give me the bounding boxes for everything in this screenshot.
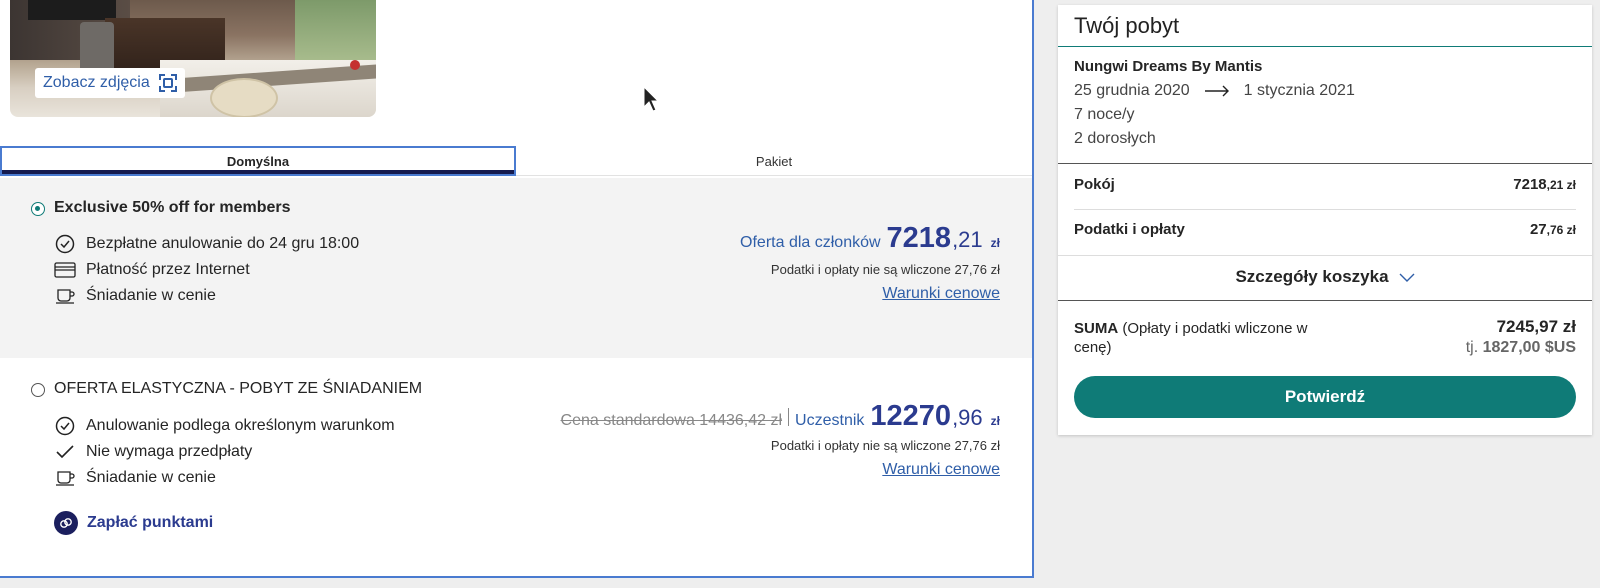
total-label: SUMA (Opłaty i podatki wliczone w cenę): [1074, 320, 1308, 356]
credit-card-icon: [54, 259, 76, 281]
divider: [1058, 255, 1592, 256]
standard-price: Cena standardowa 14436,42 zł: [560, 412, 783, 429]
summary-title: Twój pobyt: [1074, 13, 1180, 38]
feature-cancellation: Anulowanie podlega określonym warunkom: [54, 415, 395, 437]
rate-tabs: Domyślna Pakiet: [0, 146, 1032, 176]
total-price: 7245,97 zł: [1496, 317, 1576, 336]
pay-with-points-label: Zapłać punktami: [87, 514, 214, 531]
offer-radio[interactable]: [31, 202, 45, 216]
feature-breakfast: Śniadanie w cenie: [54, 285, 216, 307]
coffee-cup-icon: [54, 467, 76, 489]
cart-details-toggle[interactable]: Szczegóły koszyka: [1058, 267, 1592, 287]
taxes-price: 27,76 zł: [1529, 221, 1576, 238]
price-conditions-link[interactable]: Warunki cenowe: [882, 285, 1000, 303]
price-label: Uczestnik: [795, 412, 865, 429]
divider: [1058, 300, 1592, 301]
room-price: 7218,21 zł: [1513, 176, 1576, 193]
tab-package[interactable]: Pakiet: [516, 146, 1032, 176]
checkmark-icon: [54, 441, 76, 463]
divider: [1074, 209, 1576, 210]
feature-cancellation: Bezpłatne anulowanie do 24 gru 18:00: [54, 233, 359, 255]
feature-no-prepayment: Nie wymaga przedpłaty: [54, 441, 252, 463]
see-photos-button[interactable]: Zobacz zdjęcia: [35, 68, 185, 98]
taxes-label: Podatki i opłaty: [1074, 221, 1185, 238]
offer-title: Exclusive 50% off for members: [54, 199, 291, 216]
room-label: Pokój: [1074, 176, 1115, 193]
confirm-button[interactable]: Potwierdź: [1074, 376, 1576, 418]
room-photo[interactable]: Zobacz zdjęcia: [10, 0, 376, 117]
divider: [1058, 46, 1592, 47]
points-icon: [54, 511, 78, 535]
guests-count: 2 dorosłych: [1074, 130, 1156, 147]
price-conditions-link[interactable]: Warunki cenowe: [882, 461, 1000, 479]
cart-details-label: Szczegóły koszyka: [1235, 267, 1389, 286]
offer-flexible[interactable]: OFERTA ELASTYCZNA - POBYT ZE ŚNIADANIEM …: [0, 358, 1032, 576]
price-divider: [788, 407, 790, 426]
feature-payment: Płatność przez Internet: [54, 259, 250, 281]
price-decimal: ,96: [952, 405, 983, 430]
see-photos-label: Zobacz zdjęcia: [43, 74, 150, 91]
price-currency: zł: [990, 236, 1000, 250]
confirm-label: Potwierdź: [1284, 387, 1366, 406]
stay-dates: 25 grudnia 2020 1 stycznia 2021: [1074, 82, 1355, 100]
expand-icon: [158, 74, 177, 92]
clock-check-icon: [54, 415, 76, 437]
divider: [1058, 163, 1592, 164]
coffee-cup-icon: [54, 285, 76, 307]
price-decimal: ,21: [952, 227, 983, 252]
clock-check-icon: [54, 233, 76, 255]
price-whole: 12270: [870, 400, 952, 432]
offer-title: OFERTA ELASTYCZNA - POBYT ZE ŚNIADANIEM: [54, 380, 423, 397]
checkout-date: 1 stycznia 2021: [1243, 82, 1355, 99]
price-currency: zł: [990, 414, 1000, 428]
offer-members[interactable]: Exclusive 50% off for members Bezpłatne …: [0, 178, 1032, 358]
arrow-right-icon: [1204, 85, 1229, 97]
price-whole: 7218: [886, 222, 952, 254]
offer-radio[interactable]: [31, 383, 45, 397]
pay-with-points-button[interactable]: Zapłać punktami: [54, 511, 213, 535]
hotel-name: Nungwi Dreams By Mantis: [1074, 58, 1263, 75]
total-price-usd: tj. 1827,00 $US: [1465, 339, 1576, 356]
tax-note: Podatki i opłaty nie są wliczone 27,76 z…: [770, 262, 1000, 277]
tab-default[interactable]: Domyślna: [0, 146, 516, 176]
checkin-date: 25 grudnia 2020: [1074, 82, 1190, 99]
nights-count: 7 noce/y: [1074, 106, 1135, 123]
stay-summary-panel: Twój pobyt Nungwi Dreams By Mantis 25 gr…: [1058, 5, 1592, 435]
offer-price: Cena standardowa 14436,42 zł Uczestnik 1…: [561, 400, 1000, 433]
feature-breakfast: Śniadanie w cenie: [54, 467, 216, 489]
offer-price: Oferta dla członków 7218 ,21 zł: [740, 222, 1000, 255]
chevron-down-icon: [1399, 273, 1415, 282]
mouse-cursor-icon: [643, 86, 659, 112]
room-offers-panel: Zobacz zdjęcia Domyślna Pakiet Exclusive…: [0, 0, 1034, 578]
price-label: Oferta dla członków: [740, 234, 881, 251]
tax-note: Podatki i opłaty nie są wliczone 27,76 z…: [770, 438, 1000, 453]
